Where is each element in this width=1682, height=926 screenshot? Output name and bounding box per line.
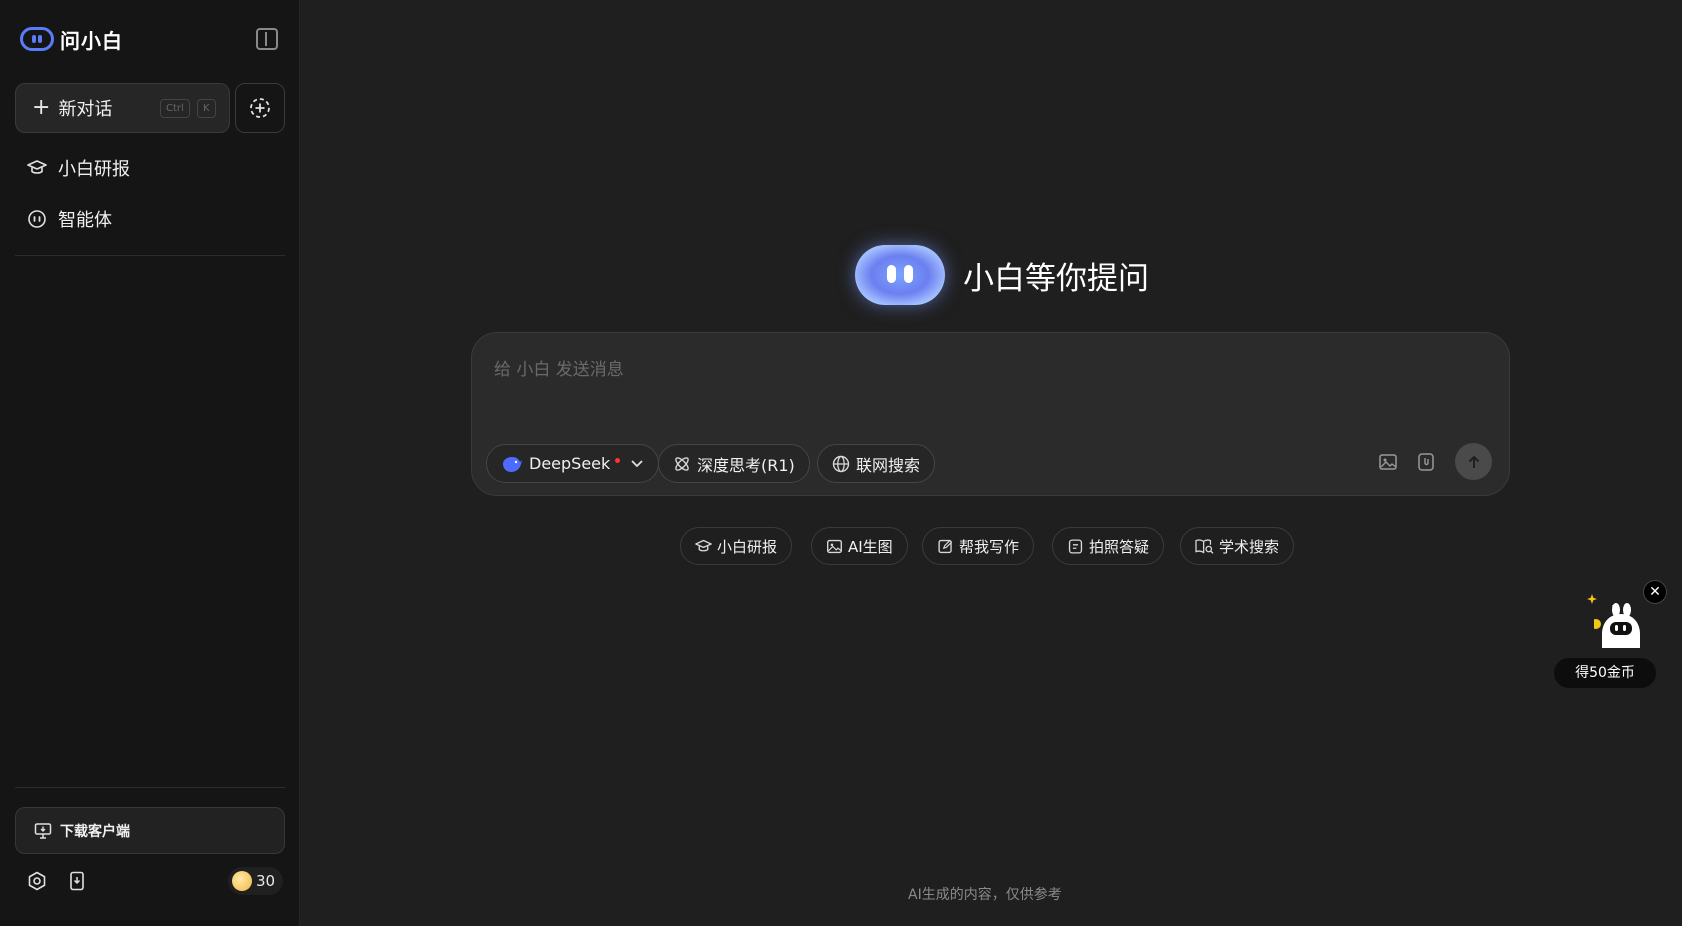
book-search-icon bbox=[1195, 538, 1214, 554]
download-client-label: 下载客户端 bbox=[60, 823, 130, 840]
quick-action-label: AI生图 bbox=[848, 537, 893, 556]
attachment-icon[interactable] bbox=[1413, 449, 1439, 475]
disclaimer-text: AI生成的内容，仅供参考 bbox=[908, 887, 1062, 903]
monitor-download-icon bbox=[34, 822, 52, 839]
brand-icon bbox=[20, 27, 54, 51]
bunny-mascot-icon bbox=[1594, 603, 1640, 648]
quick-action-label: 帮我写作 bbox=[959, 537, 1020, 556]
note-icon bbox=[1068, 538, 1083, 554]
quick-action-academic-search[interactable]: 学术搜索 bbox=[1180, 527, 1295, 565]
dashed-plus-circle-icon bbox=[250, 98, 270, 118]
hero-title: 小白等你提问 bbox=[963, 260, 1149, 297]
new-chat-label: 新对话 bbox=[58, 99, 113, 120]
shortcut-k-key: K bbox=[197, 99, 216, 118]
sidebar-item-label: 智能体 bbox=[58, 210, 112, 231]
quick-action-writing[interactable]: 帮我写作 bbox=[922, 527, 1035, 565]
quick-action-photo-qa[interactable]: 拍照答疑 bbox=[1052, 527, 1165, 565]
model-selector[interactable]: DeepSeek bbox=[486, 444, 660, 483]
web-search-label: 联网搜索 bbox=[856, 455, 921, 475]
quick-action-label: 拍照答疑 bbox=[1089, 537, 1150, 556]
close-icon[interactable]: ✕ bbox=[1643, 580, 1667, 604]
quick-action-label: 学术搜索 bbox=[1219, 537, 1280, 556]
arrow-up-icon bbox=[1468, 455, 1479, 468]
sidebar: 问小白 + 新对话 Ctrl K 小白研报 智能体 下载客户端 30 bbox=[0, 0, 300, 926]
atom-icon bbox=[675, 456, 689, 471]
chevron-down-icon bbox=[631, 459, 643, 467]
edit-icon bbox=[938, 539, 953, 553]
bot-face-icon bbox=[26, 208, 48, 230]
quick-action-research-report[interactable]: 小白研报 bbox=[680, 527, 793, 565]
sidebar-toggle-icon[interactable] bbox=[256, 28, 278, 50]
download-client-button[interactable]: 下载客户端 bbox=[15, 807, 285, 854]
brand-name: 问小白 bbox=[60, 28, 123, 53]
sidebar-divider bbox=[15, 255, 285, 256]
new-agent-button[interactable] bbox=[235, 83, 285, 133]
mobile-app-icon[interactable] bbox=[65, 869, 89, 893]
promo-label[interactable]: 得50金币 bbox=[1554, 658, 1656, 688]
mascot-logo-icon bbox=[855, 245, 945, 305]
message-composer: DeepSeek 深度思考(R1) 联网搜索 bbox=[471, 332, 1510, 496]
graduation-cap-icon bbox=[695, 539, 712, 551]
quick-action-ai-image[interactable]: AI生图 bbox=[811, 527, 908, 565]
send-button[interactable] bbox=[1455, 443, 1492, 480]
hero: 小白等你提问 bbox=[855, 240, 1149, 310]
message-input[interactable] bbox=[494, 355, 1484, 405]
sidebar-divider bbox=[15, 787, 285, 788]
quick-action-label: 小白研报 bbox=[717, 537, 778, 556]
plus-icon: + bbox=[32, 95, 51, 120]
coin-count: 30 bbox=[256, 872, 276, 890]
brand-logo[interactable]: 问小白 bbox=[20, 24, 123, 54]
new-chat-button[interactable]: + 新对话 Ctrl K bbox=[15, 83, 230, 133]
sidebar-item-agents[interactable]: 智能体 bbox=[26, 204, 112, 234]
coin-icon bbox=[232, 871, 252, 891]
deep-think-label: 深度思考(R1) bbox=[697, 455, 795, 475]
sparkle-icon bbox=[1587, 594, 1597, 604]
image-icon bbox=[827, 539, 842, 553]
graduation-cap-icon bbox=[26, 157, 48, 179]
sidebar-item-research-report[interactable]: 小白研报 bbox=[26, 153, 130, 183]
deep-think-toggle[interactable]: 深度思考(R1) bbox=[658, 444, 810, 483]
coin-balance[interactable]: 30 bbox=[228, 867, 284, 895]
image-upload-icon[interactable] bbox=[1375, 449, 1401, 475]
sidebar-item-label: 小白研报 bbox=[58, 159, 130, 180]
web-search-toggle[interactable]: 联网搜索 bbox=[817, 444, 936, 483]
model-name: DeepSeek bbox=[529, 454, 611, 473]
shortcut-ctrl-key: Ctrl bbox=[160, 99, 190, 118]
globe-icon bbox=[832, 455, 850, 472]
settings-icon[interactable] bbox=[25, 869, 49, 893]
new-badge-dot bbox=[615, 458, 621, 463]
coin-promo-widget[interactable]: ✕ 得50金币 bbox=[1554, 580, 1674, 690]
deepseek-whale-icon bbox=[503, 456, 522, 472]
